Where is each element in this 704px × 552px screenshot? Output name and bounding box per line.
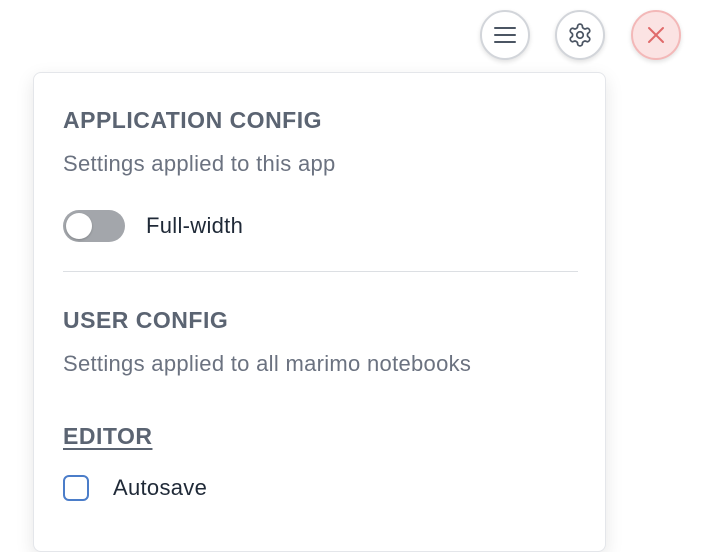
toggle-knob <box>66 213 92 239</box>
full-width-setting: Full-width <box>63 209 243 243</box>
gear-icon <box>567 22 593 48</box>
autosave-setting: Autosave <box>63 475 207 501</box>
application-config-subtitle: Settings applied to this app <box>63 151 336 176</box>
settings-button[interactable] <box>555 10 605 60</box>
application-config-title: APPLICATION CONFIG <box>63 107 323 133</box>
full-width-label: Full-width <box>146 213 244 238</box>
section-divider <box>63 271 578 272</box>
full-width-toggle[interactable] <box>63 210 125 242</box>
hamburger-menu-icon <box>494 26 516 44</box>
user-config-subtitle: Settings applied to all marimo notebooks <box>63 351 472 376</box>
settings-panel: APPLICATION CONFIG Settings applied to t… <box>33 72 606 552</box>
menu-button[interactable] <box>480 10 530 60</box>
top-toolbar <box>0 0 704 70</box>
autosave-label: Autosave <box>113 475 208 500</box>
user-config-title: USER CONFIG <box>63 307 229 333</box>
editor-heading: EDITOR <box>63 423 153 449</box>
close-icon <box>646 25 666 45</box>
close-button[interactable] <box>631 10 681 60</box>
autosave-checkbox[interactable] <box>63 475 89 501</box>
